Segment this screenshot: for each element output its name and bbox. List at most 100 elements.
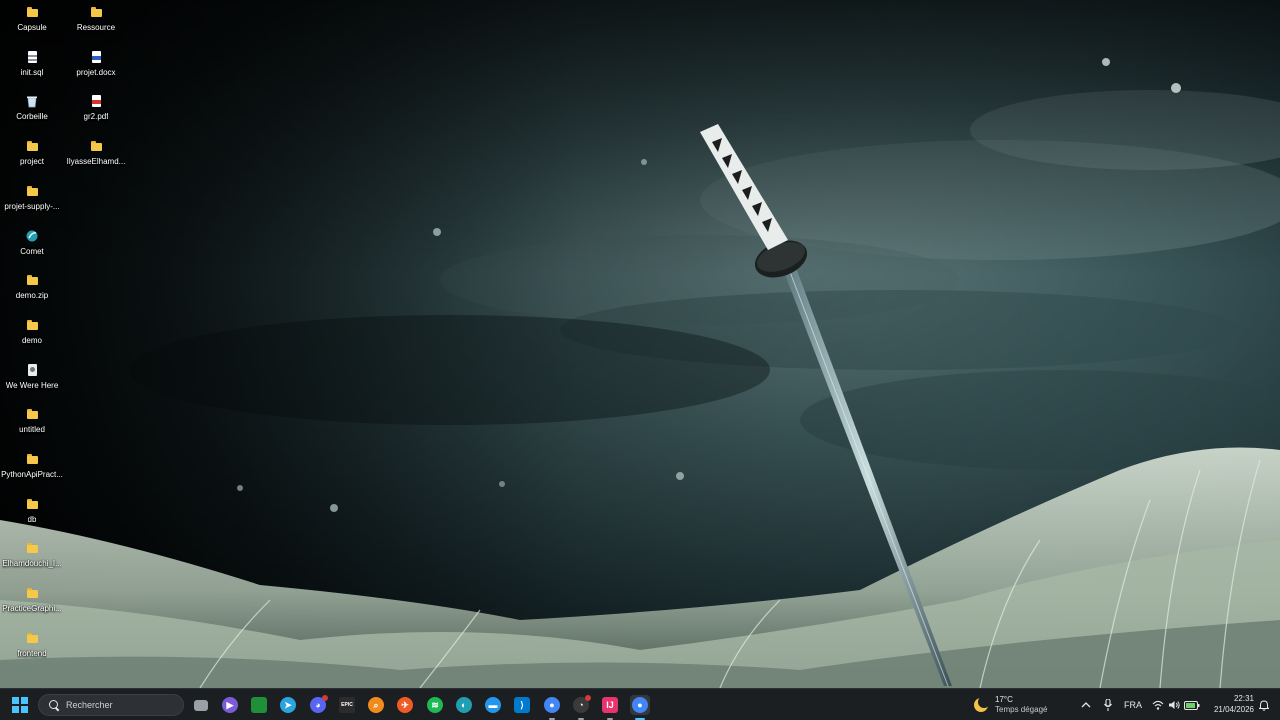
taskbar-app-spotify[interactable]: ≋ — [425, 695, 445, 715]
battery-icon[interactable] — [1184, 697, 1200, 713]
search-tool-icon: ⌕ — [368, 697, 384, 713]
desktop-icon-label: PythonApiPract... — [1, 470, 63, 479]
desktop-icon-we-were-here[interactable]: We Were Here — [0, 359, 64, 403]
desktop-icon-label: Comet — [20, 246, 44, 256]
desktop-icon-label: IlyasseElhamd... — [66, 157, 126, 167]
desktop-icon-init-sql[interactable]: init.sql — [0, 46, 64, 90]
desktop-icon-label: PracticeGraphi... — [2, 604, 62, 614]
desktop-icon-label: demo — [21, 335, 42, 345]
taskbar-app-chrome[interactable]: ● — [542, 695, 562, 720]
desktop-wallpaper — [0, 0, 1280, 688]
desktop-icon-demo[interactable]: demo — [0, 314, 64, 358]
docker-icon: ▬ — [485, 697, 501, 713]
folder-icon — [25, 452, 39, 466]
game-shortcut-icon — [25, 363, 39, 377]
start-button[interactable] — [10, 695, 30, 715]
desktop-icon-db[interactable]: db — [0, 493, 64, 537]
task-view-icon — [194, 699, 208, 711]
taskbar-app-comet-browser[interactable]: ◐ — [454, 695, 474, 715]
desktop-icon-elhamdouchi-i[interactable]: Elhamdouchi_I... — [0, 537, 64, 581]
folder-icon — [25, 184, 39, 198]
sql-file-icon — [25, 50, 39, 64]
xbox-app-icon — [251, 697, 267, 713]
volume-icon[interactable] — [1168, 697, 1180, 713]
desktop-icon-label: project — [19, 157, 44, 167]
desktop-icon-label: gr2.pdf — [83, 112, 109, 122]
desktop-icon-label: untitled — [19, 425, 45, 435]
desktop-icon-label: projet-supply-... — [4, 201, 60, 211]
desktop-icon-ressource[interactable]: Ressource — [64, 1, 128, 45]
taskbar-app-search-tool[interactable]: ⌕ — [366, 695, 386, 715]
word-document-icon — [89, 50, 103, 64]
taskbar-app-xbox-app[interactable] — [249, 695, 269, 715]
desktop-icon-corbeille[interactable]: Corbeille — [0, 90, 64, 134]
desktop-icon-comet[interactable]: Comet — [0, 225, 64, 269]
folder-icon — [25, 586, 39, 600]
epic-games-icon: EPIC — [339, 697, 355, 713]
clock-date: 21/04/2026 — [1213, 705, 1254, 714]
desktop-icon-label: frontend — [17, 648, 47, 658]
folder-icon — [25, 631, 39, 645]
taskbar-app-media-player[interactable]: ▶ — [220, 695, 240, 715]
language-indicator[interactable]: FRA — [1122, 697, 1144, 713]
taskbar-app-epic-games[interactable]: EPIC — [337, 695, 357, 715]
notification-badge — [322, 695, 328, 701]
taskbar-app-intellij[interactable]: IJ — [600, 695, 620, 720]
desktop-icon-label: db — [27, 514, 37, 524]
desktop-icon-projet-supply[interactable]: projet-supply-... — [0, 180, 64, 224]
weather-widget[interactable]: 17°C Temps dégagé — [974, 694, 1064, 716]
chrome-icon: ● — [544, 697, 560, 713]
media-player-icon: ▶ — [222, 697, 238, 713]
desktop-icon-untitled[interactable]: untitled — [0, 403, 64, 447]
desktop-icon-projet-docx[interactable]: projet.docx — [64, 46, 128, 90]
telegram-icon: ➤ — [280, 697, 296, 713]
taskbar-app-github-desktop[interactable]: ◔ — [571, 695, 591, 720]
desktop-icon-ilyasseelhamd[interactable]: IlyasseElhamd... — [64, 135, 128, 179]
folder-icon — [25, 541, 39, 555]
show-hidden-icons-chevron-icon[interactable] — [1080, 697, 1092, 713]
wifi-icon[interactable] — [1152, 697, 1164, 713]
taskbar-app-chrome-profile[interactable]: ● — [630, 695, 650, 720]
microphone-icon[interactable] — [1102, 697, 1114, 713]
taskbar-app-postman[interactable]: ✈ — [395, 695, 415, 715]
spotify-icon: ≋ — [427, 697, 443, 713]
folder-icon — [25, 318, 39, 332]
desktop-icon-demo-zip[interactable]: demo.zip — [0, 269, 64, 313]
desktop-icon-practicegraphi[interactable]: PracticeGraphi... — [0, 582, 64, 626]
folder-icon — [25, 407, 39, 421]
folder-icon — [25, 139, 39, 153]
desktop-icon-label: projet.docx — [76, 67, 116, 77]
desktop-icon-frontend[interactable]: frontend — [0, 627, 64, 671]
recycle-bin-icon — [25, 94, 39, 108]
clock-time: 22:31 — [1233, 694, 1254, 703]
desktop-icon-gr2-pdf[interactable]: gr2.pdf — [64, 90, 128, 134]
folder-icon — [25, 497, 39, 511]
comet-app-icon — [25, 229, 39, 243]
moon-icon — [974, 696, 990, 712]
chrome-profile-icon: ● — [632, 697, 648, 713]
weather-temp: 17°C — [995, 695, 1013, 704]
taskbar-app-task-view[interactable] — [191, 695, 211, 715]
taskbar-app-telegram[interactable]: ➤ — [278, 695, 298, 715]
taskbar-search-box[interactable]: Rechercher — [38, 694, 184, 716]
clock[interactable]: 22:31 21/04/2026 — [1204, 693, 1254, 715]
postman-icon: ✈ — [397, 697, 413, 713]
folder-icon — [25, 5, 39, 19]
taskbar-app-discord[interactable]: ◕ — [308, 695, 328, 715]
desktop-icon-project[interactable]: project — [0, 135, 64, 179]
pdf-file-icon — [89, 94, 103, 108]
taskbar-app-vscode[interactable]: ⟩ — [512, 695, 532, 715]
search-placeholder: Rechercher — [66, 700, 113, 710]
desktop-icon-label: Capsule — [17, 23, 47, 32]
folder-icon — [89, 139, 103, 153]
weather-condition: Temps dégagé — [995, 705, 1048, 714]
vscode-icon: ⟩ — [514, 697, 530, 713]
notification-bell-icon[interactable] — [1258, 697, 1270, 713]
search-icon — [49, 700, 59, 710]
taskbar-app-docker[interactable]: ▬ — [483, 695, 503, 715]
desktop-icon-capsule[interactable]: Capsule — [0, 1, 64, 45]
desktop-icon-pythonapipract[interactable]: PythonApiPract... — [0, 448, 64, 492]
desktop-icon-label: Corbeille — [16, 112, 48, 122]
intellij-icon: IJ — [602, 697, 618, 713]
notification-badge — [585, 695, 591, 701]
